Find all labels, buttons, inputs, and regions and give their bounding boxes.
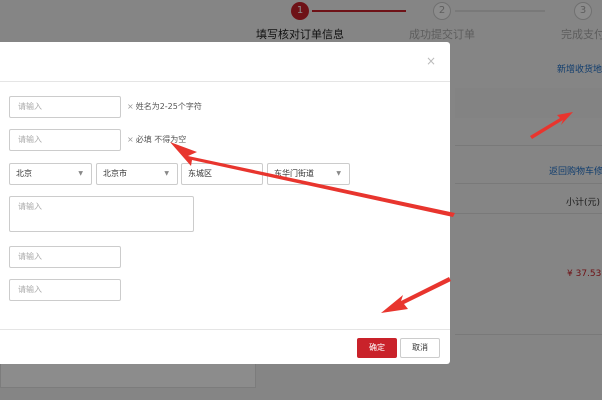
street-select[interactable]: 东华门街道 ▼ — [267, 163, 350, 185]
name-input[interactable]: 请输入 — [9, 96, 121, 118]
hint-mark: × — [127, 102, 134, 111]
province-select[interactable]: 北京 ▼ — [9, 163, 92, 185]
select-value: 北京 — [16, 169, 32, 178]
chevron-down-icon: ▼ — [78, 170, 83, 177]
address-dialog: × 请输入 × 姓名为2-25个字符 请输入 × 必填 不得为空 北京 ▼ 北京市 … — [0, 42, 450, 364]
close-icon[interactable]: × — [426, 54, 436, 68]
input-field-5[interactable]: 请输入 — [9, 279, 121, 301]
chevron-down-icon: ▼ — [164, 170, 169, 177]
dialog-header: × — [0, 42, 450, 82]
hint-text: 姓名为2-25个字符 — [135, 102, 202, 111]
district-select[interactable]: 东城区 — [181, 163, 263, 185]
select-value: 东华门街道 — [274, 169, 314, 178]
address-textarea[interactable]: 请输入 — [9, 196, 194, 232]
city-select[interactable]: 北京市 ▼ — [96, 163, 178, 185]
select-value: 东城区 — [188, 169, 212, 178]
chevron-down-icon: ▼ — [336, 170, 341, 177]
hint-mark: × — [127, 135, 134, 144]
name-hint: × 姓名为2-25个字符 — [127, 101, 202, 113]
cancel-button[interactable]: 取消 — [400, 338, 440, 358]
confirm-button[interactable]: 确定 — [357, 338, 397, 358]
dialog-footer-divider — [0, 329, 450, 330]
phone-input[interactable]: 请输入 — [9, 129, 121, 151]
select-value: 北京市 — [103, 169, 127, 178]
phone-hint: × 必填 不得为空 — [127, 134, 186, 146]
input-field-4[interactable]: 请输入 — [9, 246, 121, 268]
hint-text: 必填 不得为空 — [135, 135, 187, 144]
